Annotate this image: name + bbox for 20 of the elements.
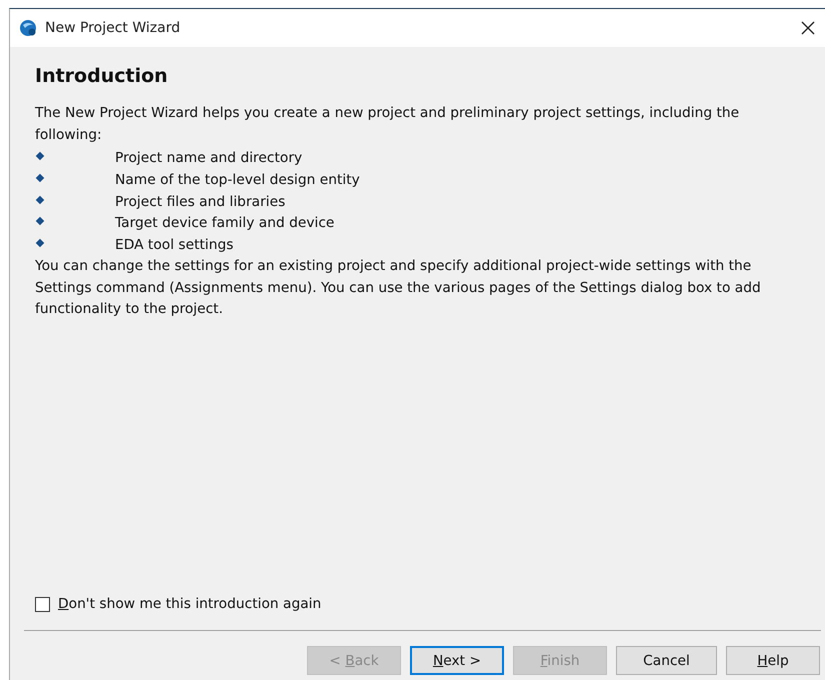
app-icon	[19, 19, 37, 37]
dialog-button[interactable]: Help	[726, 646, 820, 675]
bullet-item: Project name and directory	[115, 150, 302, 166]
bullet-item: Name of the top-level design entity	[115, 172, 360, 188]
bullet-icon	[36, 174, 44, 182]
bullet-item: Project files and libraries	[115, 194, 286, 210]
note-text: You can change the settings for an existing project and specify additional project-wide settings with the Settings command (Assignments menu). You can use the various pages of the Settings dialog box to add functionality to the project.	[35, 256, 762, 320]
dont-show-checkbox[interactable]: Don't show me this introduction again	[35, 596, 322, 612]
bullet-icon	[36, 217, 44, 226]
close-icon[interactable]	[801, 21, 815, 35]
bullet-item: Target device family and device	[115, 215, 334, 232]
bullet-item: EDA tool settings	[115, 237, 234, 253]
dialog-button[interactable]: Next >	[410, 646, 504, 675]
bullet-icon	[36, 195, 44, 204]
bullet-icon	[36, 152, 44, 160]
window-title: New Project Wizard	[45, 20, 180, 36]
dialog-button[interactable]: Cancel	[616, 646, 717, 675]
bullet-icon	[36, 238, 44, 248]
page-heading: Introduction	[35, 65, 168, 87]
intro-text: The New Project Wizard helps you create a new project and preliminary project settings, including the following:	[35, 104, 740, 145]
